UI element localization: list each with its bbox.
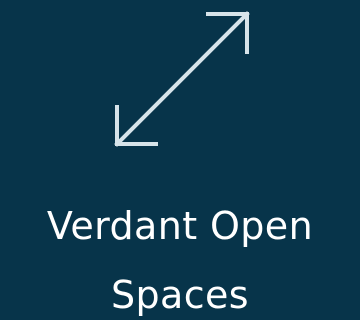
brand-name-line-2: Spaces [111, 273, 249, 317]
brand-name: Verdant Open Spaces [0, 192, 360, 320]
brand-logo: Verdant Open Spaces [0, 0, 360, 320]
brand-name-line-1: Verdant Open [46, 204, 314, 248]
diagonal-double-arrow-icon [108, 8, 256, 152]
